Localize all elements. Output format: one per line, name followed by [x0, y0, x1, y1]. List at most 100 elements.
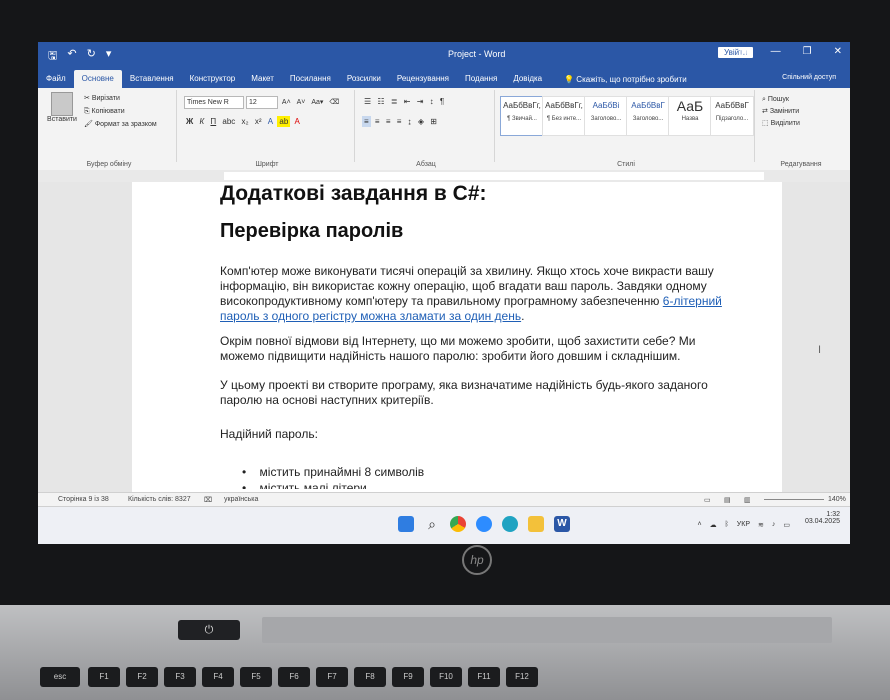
font-size-input[interactable]: 12 — [245, 96, 278, 109]
format-painter-button[interactable]: 🖌 Формат за зразком — [84, 118, 157, 131]
decrease-indent-icon[interactable]: ⇤ — [402, 96, 413, 107]
zoom-slider[interactable] — [764, 499, 824, 500]
style-heading1[interactable]: АаБбВі Заголово... — [584, 96, 628, 136]
power-button[interactable]: ⏻ — [178, 620, 240, 640]
key-f1[interactable]: F1 — [88, 667, 120, 687]
cut-button[interactable]: ✂ Вирізати — [84, 92, 157, 105]
text-effects-icon[interactable]: A — [266, 116, 275, 127]
key-f8[interactable]: F8 — [354, 667, 386, 687]
key-f6[interactable]: F6 — [278, 667, 310, 687]
tab-review[interactable]: Рецензування — [389, 70, 457, 88]
justify-icon[interactable]: ≡ — [395, 116, 404, 127]
battery-icon[interactable]: ▭ — [783, 521, 790, 529]
proofing-icon[interactable]: ⌧ — [204, 496, 212, 504]
start-icon[interactable] — [398, 516, 414, 532]
bold-icon[interactable]: Ж — [184, 116, 195, 127]
numbering-icon[interactable]: ☷ — [375, 96, 386, 107]
tab-view[interactable]: Подання — [457, 70, 505, 88]
tab-home[interactable]: Основне — [73, 70, 122, 88]
borders-icon[interactable]: ⊞ — [428, 116, 439, 127]
style-heading2[interactable]: АаБбВвГ Заголово... — [626, 96, 670, 136]
edge-icon[interactable] — [502, 516, 518, 532]
clear-format-icon[interactable]: ⌫ — [327, 97, 341, 107]
web-layout-icon[interactable]: ▥ — [744, 496, 751, 504]
print-layout-icon[interactable]: ▤ — [724, 496, 731, 504]
tab-help[interactable]: Довідка — [505, 70, 550, 88]
multilevel-icon[interactable]: ≣ — [389, 96, 400, 107]
select-button[interactable]: ⬚ Виділити — [762, 118, 800, 130]
style-no-spacing[interactable]: АаБбВвГг, ¶ Без инте... — [542, 96, 586, 136]
sort-icon[interactable]: ↕ — [428, 96, 436, 107]
input-language[interactable]: УКР — [737, 521, 750, 529]
tab-layout[interactable]: Макет — [243, 70, 282, 88]
save-icon[interactable]: 🖫 — [48, 47, 57, 66]
shrink-font-icon[interactable]: A˅ — [295, 98, 308, 107]
read-mode-icon[interactable]: ▭ — [704, 496, 711, 504]
chevron-up-icon[interactable]: ˄ — [698, 521, 702, 529]
align-left-icon[interactable]: ≡ — [362, 116, 371, 127]
undo-icon[interactable]: ↶ — [67, 47, 76, 66]
align-center-icon[interactable]: ≡ — [373, 116, 382, 127]
ribbon-display-icon[interactable]: ▣ — [739, 46, 748, 57]
key-f3[interactable]: F3 — [164, 667, 196, 687]
align-right-icon[interactable]: ≡ — [384, 116, 393, 127]
increase-indent-icon[interactable]: ⇥ — [415, 96, 426, 107]
zoom-level[interactable]: 140% — [828, 496, 846, 503]
bullets-icon[interactable]: ☰ — [362, 96, 373, 107]
style-normal[interactable]: АаБбВвГг, ¶ Звичай... — [500, 96, 544, 136]
clock[interactable]: 1:32 03.04.2025 — [805, 511, 840, 525]
word-count[interactable]: Кількість слів: 8327 — [128, 496, 191, 503]
volume-icon[interactable]: ♪ — [772, 521, 776, 529]
tab-file[interactable]: Файл — [38, 70, 74, 88]
key-f4[interactable]: F4 — [202, 667, 234, 687]
tab-mailings[interactable]: Розсилки — [339, 70, 389, 88]
wifi-icon[interactable]: ≋ — [758, 521, 764, 529]
key-f12[interactable]: F12 — [506, 667, 538, 687]
font-name-input[interactable]: Times New R — [184, 96, 244, 109]
search-icon[interactable]: ⌕ — [424, 516, 440, 532]
zoom-icon[interactable] — [476, 516, 492, 532]
key-esc[interactable]: esc — [40, 667, 80, 687]
key-f5[interactable]: F5 — [240, 667, 272, 687]
strikethrough-icon[interactable]: abc — [220, 116, 237, 127]
key-f11[interactable]: F11 — [468, 667, 500, 687]
key-f7[interactable]: F7 — [316, 667, 348, 687]
change-case-icon[interactable]: Aa▾ — [309, 97, 325, 107]
tab-design[interactable]: Конструктор — [182, 70, 244, 88]
style-title[interactable]: АаБ Назва — [668, 96, 712, 136]
find-button[interactable]: ⌕ Пошук — [762, 94, 800, 106]
tab-insert[interactable]: Вставлення — [122, 70, 182, 88]
style-subtitle[interactable]: АаБбВвГ Підзаголо... — [710, 96, 754, 136]
close-icon[interactable]: ✕ — [834, 46, 842, 57]
tell-me-box[interactable]: 💡 Скажіть, що потрібно зробити — [560, 71, 691, 88]
copy-button[interactable]: ⎘ Копіювати — [84, 105, 157, 118]
document-page[interactable]: Додаткові завдання в C#: Перевірка парол… — [132, 182, 782, 492]
chrome-icon[interactable] — [450, 516, 466, 532]
underline-icon[interactable]: П — [208, 116, 218, 127]
grow-font-icon[interactable]: A˄ — [280, 98, 293, 107]
shading-icon[interactable]: ◈ — [416, 116, 426, 127]
paste-button[interactable]: Вставити — [44, 92, 80, 123]
minimize-icon[interactable]: — — [771, 46, 781, 57]
key-f9[interactable]: F9 — [392, 667, 424, 687]
customize-qat-icon[interactable]: ▾ — [106, 47, 112, 66]
bluetooth-icon[interactable]: ᛒ — [725, 521, 729, 529]
line-spacing-icon[interactable]: ↨ — [406, 116, 414, 127]
language-status[interactable]: українська — [224, 496, 258, 503]
replace-button[interactable]: ⇄ Замінити — [762, 106, 800, 118]
redo-icon[interactable]: ↻ — [87, 47, 96, 66]
tab-references[interactable]: Посилання — [282, 70, 339, 88]
highlight-icon[interactable]: ab — [277, 116, 291, 127]
subscript-icon[interactable]: x₂ — [240, 116, 251, 127]
font-color-icon[interactable]: A — [293, 116, 302, 127]
pilcrow-icon[interactable]: ¶ — [438, 96, 446, 107]
file-explorer-icon[interactable] — [528, 516, 544, 532]
share-button[interactable]: Спільний доступ — [782, 74, 836, 81]
key-f2[interactable]: F2 — [126, 667, 158, 687]
restore-icon[interactable]: ❐ — [803, 46, 812, 57]
onedrive-icon[interactable]: ☁ — [710, 521, 717, 529]
superscript-icon[interactable]: x² — [253, 116, 264, 127]
page-count[interactable]: Сторінка 9 із 38 — [58, 496, 109, 503]
key-f10[interactable]: F10 — [430, 667, 462, 687]
italic-icon[interactable]: К — [197, 116, 206, 127]
